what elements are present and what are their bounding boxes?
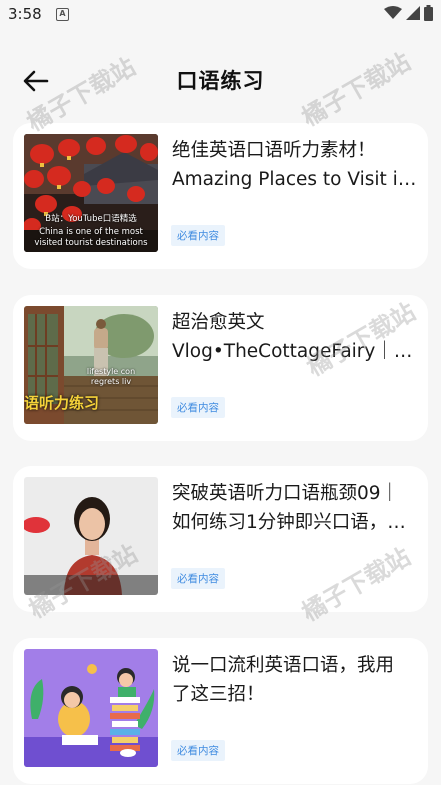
notification-icon: A	[56, 8, 69, 21]
page-title: 口语练习	[176, 69, 265, 93]
status-bar: 3:58 A	[0, 0, 441, 30]
thumbnail-caption: regrets liv	[90, 377, 132, 386]
thumbnail-caption: B站：YouTube口语精选	[45, 214, 137, 224]
video-thumbnail	[24, 477, 158, 595]
header: 口语练习	[0, 50, 441, 110]
video-card[interactable]: B站：YouTube口语精选 China is one of the most …	[13, 123, 428, 269]
video-card[interactable]: 突破英语听力口语瓶颈09｜ 如何练习1分钟即兴口语，让你 必看内容	[13, 466, 428, 612]
video-thumbnail	[24, 649, 158, 767]
must-watch-badge: 必看内容	[171, 568, 225, 589]
video-thumbnail: B站：YouTube口语精选 China is one of the most …	[24, 134, 158, 252]
thumbnail-caption: visited tourist destinations	[34, 238, 148, 248]
must-watch-badge: 必看内容	[171, 397, 225, 418]
status-time: 3:58	[8, 5, 42, 23]
card-title: 说一口流利英语口语，我用 了这三招！	[172, 655, 395, 705]
video-card[interactable]: 语听力练习 lifestyle con regrets liv 超治愈英文 Vl…	[13, 295, 428, 441]
wifi-icon	[384, 6, 402, 19]
must-watch-badge: 必看内容	[171, 225, 225, 246]
video-card[interactable]: 说一口流利英语口语，我用 了这三招！ 必看内容	[13, 638, 428, 784]
card-title: 绝佳英语口语听力素材！ Amazing Places to Visit in C…	[172, 140, 417, 190]
card-title: 超治愈英文 Vlog•TheCottageFairy｜英文	[172, 312, 417, 362]
battery-icon	[424, 5, 433, 21]
thumbnail-overlay-text: 语听力练习	[24, 394, 100, 412]
signal-icon	[406, 6, 420, 20]
thumbnail-caption: China is one of the most	[39, 227, 143, 237]
card-title: 突破英语听力口语瓶颈09｜ 如何练习1分钟即兴口语，让你	[172, 483, 417, 533]
must-watch-badge: 必看内容	[171, 740, 225, 761]
status-icons	[384, 5, 433, 21]
video-thumbnail: 语听力练习 lifestyle con regrets liv	[24, 306, 158, 424]
